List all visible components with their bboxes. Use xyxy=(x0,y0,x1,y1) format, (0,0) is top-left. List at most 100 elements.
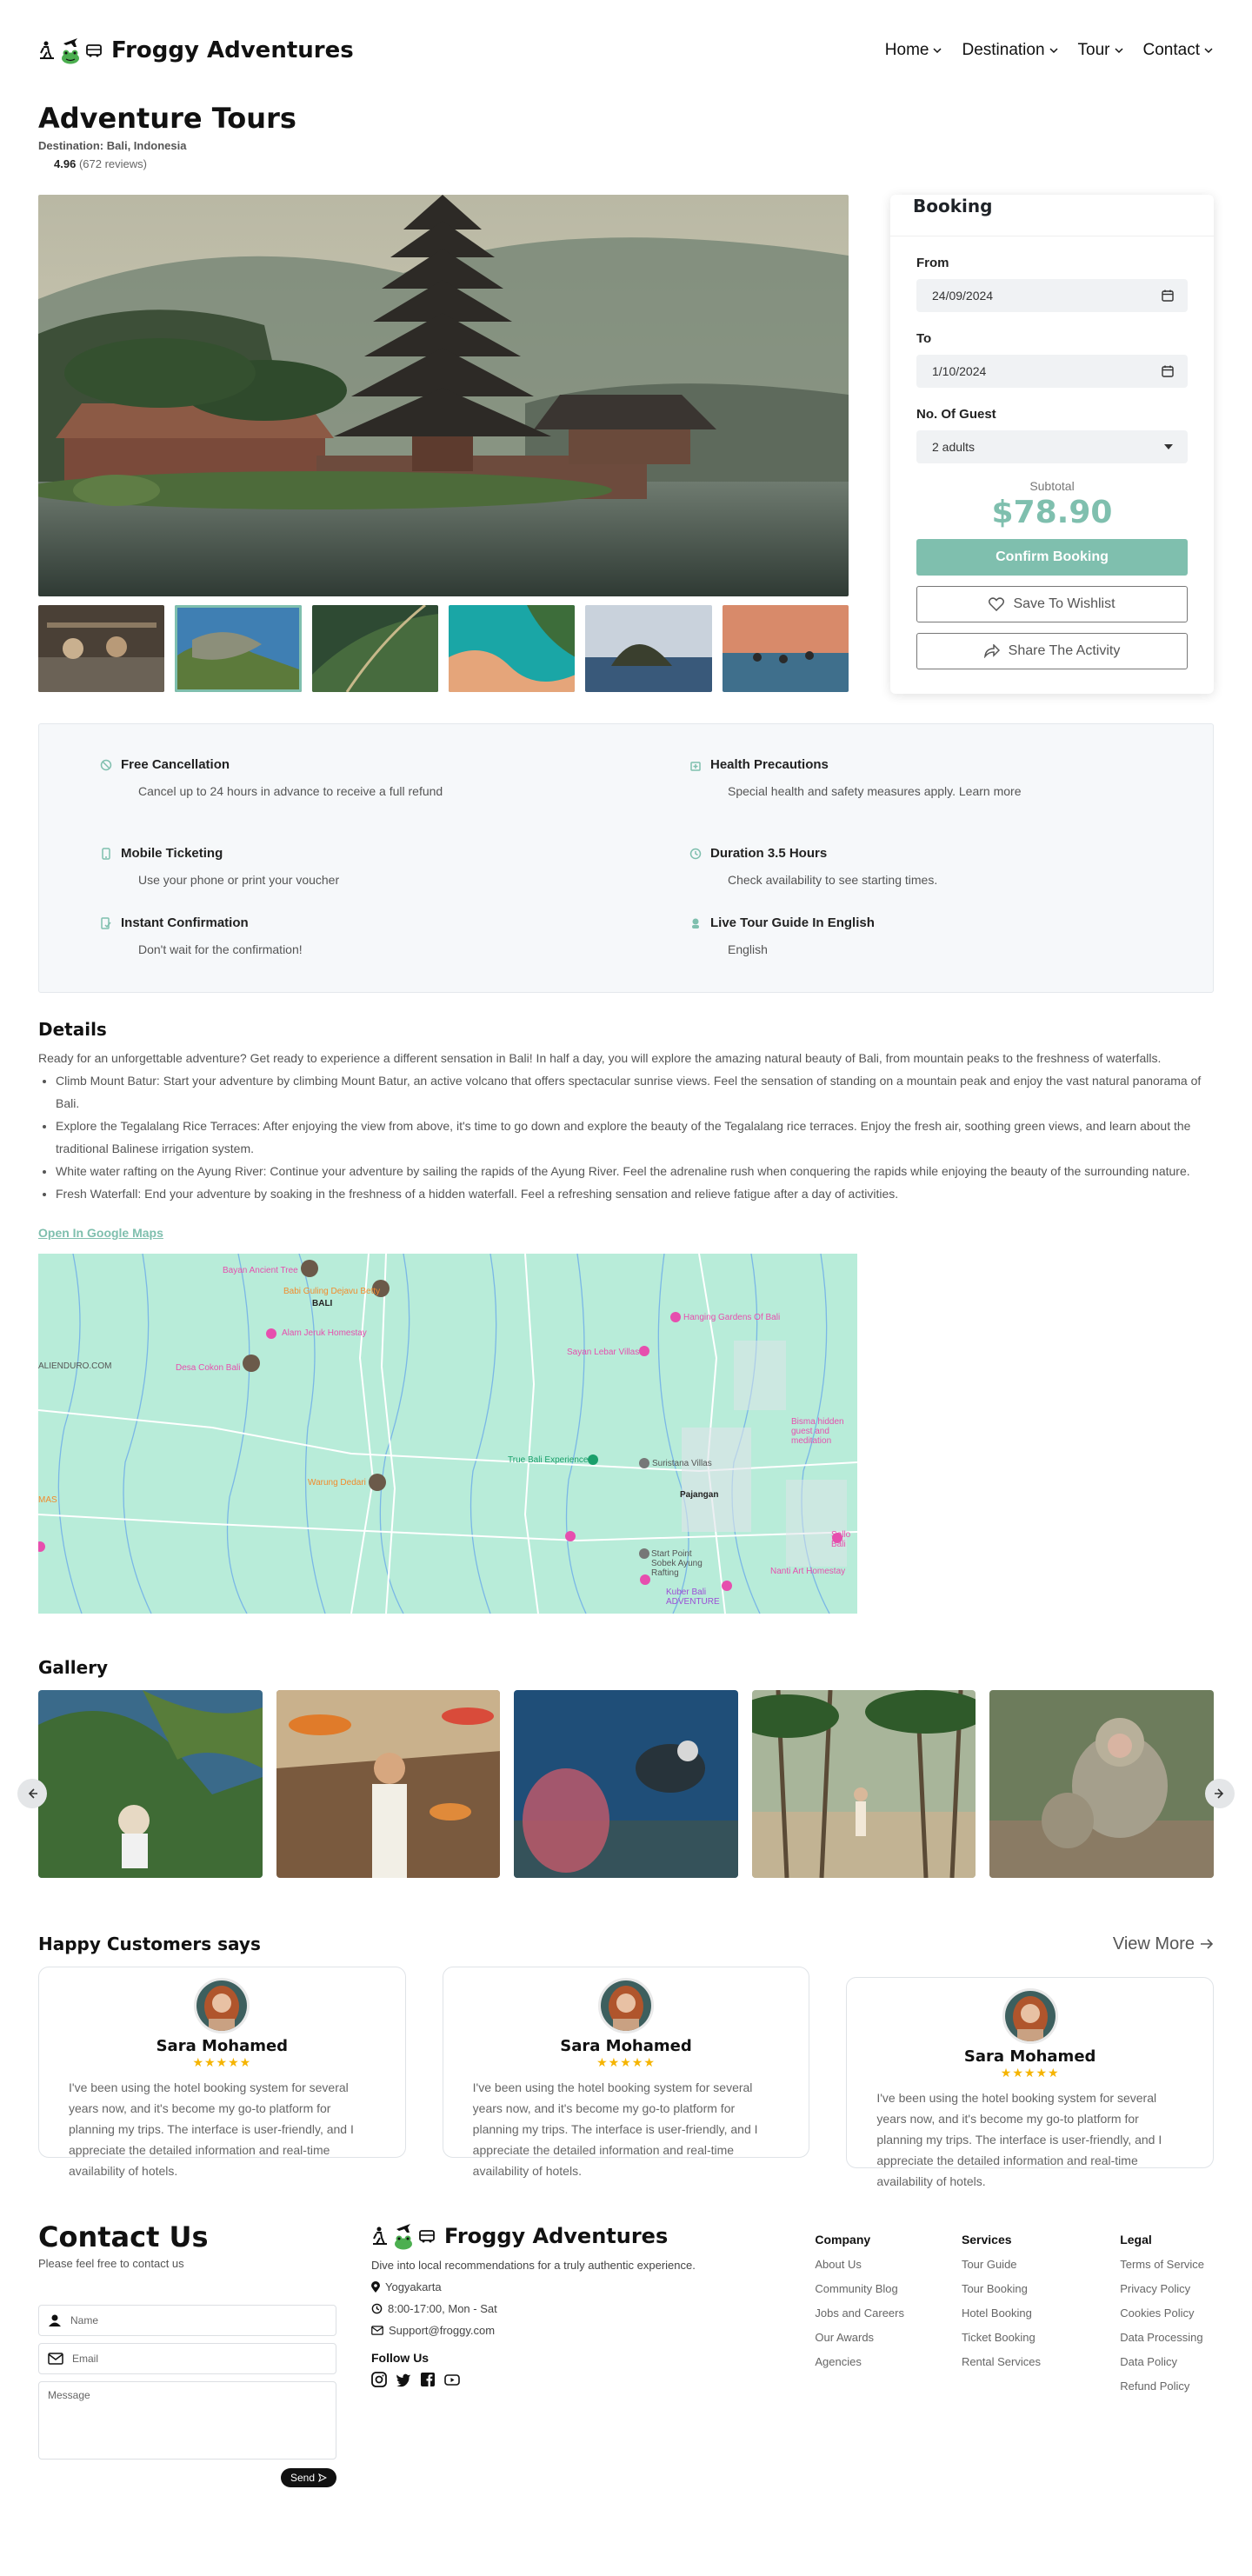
save-wishlist-button[interactable]: Save To Wishlist xyxy=(916,586,1188,622)
nav-contact[interactable]: Contact xyxy=(1143,41,1214,60)
nav-tour[interactable]: Tour xyxy=(1078,41,1124,60)
thumbnail-1[interactable] xyxy=(38,605,165,692)
testimonials-heading: Happy Customers says xyxy=(38,1934,261,1954)
to-date-field[interactable]: 1/10/2024 xyxy=(916,355,1188,388)
footer-link[interactable]: Terms of Service xyxy=(1120,2258,1214,2271)
open-google-maps-link[interactable]: Open In Google Maps xyxy=(38,1226,163,1240)
footer-link[interactable]: Agencies xyxy=(815,2355,962,2368)
confirm-booking-button[interactable]: Confirm Booking xyxy=(916,539,1188,576)
brand-name: Froggy Adventures xyxy=(111,37,354,63)
testimonial-text: I've been using the hotel booking system… xyxy=(876,2091,1162,2188)
review-count[interactable]: (672 reviews) xyxy=(79,157,147,170)
main-nav: Home Destination Tour Contact xyxy=(885,41,1214,60)
email-field[interactable]: Email xyxy=(38,2343,336,2374)
footer-logo[interactable]: Froggy Adventures xyxy=(371,2222,780,2250)
footer-link[interactable]: Rental Services xyxy=(962,2355,1120,2368)
gallery-row xyxy=(38,1690,1214,1878)
send-button[interactable]: Send xyxy=(280,2468,336,2487)
send-icon xyxy=(318,2473,327,2482)
footer-link[interactable]: Cookies Policy xyxy=(1120,2306,1214,2320)
footer-link[interactable]: Jobs and Careers xyxy=(815,2306,962,2320)
thumbnail-strip xyxy=(38,605,849,692)
view-more-link[interactable]: View More xyxy=(1113,1934,1214,1954)
gallery-next-button[interactable] xyxy=(1205,1779,1235,1808)
company-heading: Company xyxy=(815,2233,871,2247)
footer-link[interactable]: Our Awards xyxy=(815,2331,962,2344)
map-view[interactable]: Bayan Ancient Tree Babi Guling Dejavu Be… xyxy=(38,1254,857,1614)
gallery-image-1[interactable] xyxy=(38,1690,263,1878)
youtube-icon[interactable] xyxy=(444,2372,460,2387)
subtotal-label: Subtotal xyxy=(1029,479,1075,493)
feature-title: Mobile Ticketing xyxy=(121,846,223,861)
footer-link[interactable]: Tour Booking xyxy=(962,2282,1120,2295)
feature-desc: Don't wait for the confirmation! xyxy=(138,942,303,956)
nav-tour-label: Tour xyxy=(1077,41,1110,59)
testimonial-cards: Sara Mohamed ★★★★★ I've been using the h… xyxy=(38,1967,1215,2188)
thumbnail-6[interactable] xyxy=(722,605,849,692)
footer-link[interactable]: Hotel Booking xyxy=(962,2306,1120,2320)
feature-title: Health Precautions xyxy=(710,757,829,772)
footer-link[interactable]: Tour Guide xyxy=(962,2258,1120,2271)
nav-home[interactable]: Home xyxy=(885,41,943,60)
gallery-image-2[interactable] xyxy=(276,1690,501,1878)
footer-link[interactable]: Privacy Policy xyxy=(1120,2282,1214,2295)
arrow-right-icon xyxy=(1201,1939,1214,1949)
customer-name: Sara Mohamed xyxy=(156,2037,289,2055)
guests-label: No. Of Guest xyxy=(916,407,996,422)
twitter-icon[interactable] xyxy=(396,2372,411,2387)
list-item: Explore the Tegalalang Rice Terraces: Af… xyxy=(56,1115,1214,1160)
thumbnail-5[interactable] xyxy=(585,605,712,692)
chevron-down-icon xyxy=(1204,48,1213,54)
gallery-image-4[interactable] xyxy=(751,1690,976,1878)
gallery-section: Gallery xyxy=(0,1657,1252,1878)
booking-panel: Booking From 24/09/2024 To 1/10/2024 No.… xyxy=(890,195,1214,694)
hero-row: Booking From 24/09/2024 To 1/10/2024 No.… xyxy=(0,195,1252,694)
gallery-image-3[interactable] xyxy=(514,1690,738,1878)
footer-link[interactable]: Data Policy xyxy=(1120,2355,1214,2368)
name-field[interactable]: Name xyxy=(38,2305,336,2336)
from-date-field[interactable]: 24/09/2024 xyxy=(916,279,1188,312)
nav-destination[interactable]: Destination xyxy=(962,41,1058,60)
message-placeholder: Message xyxy=(48,2389,90,2401)
footer-link[interactable]: Community Blog xyxy=(815,2282,962,2295)
thumbnail-3[interactable] xyxy=(311,605,438,692)
map-label: Pajangan xyxy=(680,1490,719,1500)
legal-heading: Legal xyxy=(1120,2233,1152,2247)
footer-link[interactable]: About Us xyxy=(815,2258,962,2271)
feature-desc[interactable]: Special health and safety measures apply… xyxy=(728,784,1176,798)
gallery-prev-button[interactable] xyxy=(17,1779,47,1808)
gallery-image-5[interactable] xyxy=(989,1690,1214,1878)
bus-icon xyxy=(419,2230,435,2243)
avatar xyxy=(194,1978,250,2034)
map-label: Alam Jeruk Homestay xyxy=(282,1328,367,1338)
footer-link[interactable]: Refund Policy xyxy=(1120,2380,1214,2393)
hero-image xyxy=(38,195,849,596)
thumbnail-4[interactable] xyxy=(448,605,576,692)
testimonials-header: Happy Customers says View More xyxy=(38,1934,1214,1954)
guests-select[interactable]: 2 adults xyxy=(916,430,1188,463)
thumbnail-2[interactable] xyxy=(175,605,302,692)
instagram-icon[interactable] xyxy=(371,2372,387,2387)
frog-icon xyxy=(62,50,79,64)
save-wishlist-label: Save To Wishlist xyxy=(1013,596,1115,611)
facebook-icon[interactable] xyxy=(420,2372,436,2387)
page: Froggy Adventures Home Destination Tour … xyxy=(0,0,1252,2487)
feature-free-cancellation: Free Cancellation Cancel up to 24 hours … xyxy=(100,757,587,798)
rating-stars: ★★★★★ xyxy=(192,2055,252,2069)
testimonial-card: Sara Mohamed ★★★★★ I've been using the h… xyxy=(38,1967,406,2178)
brand-icons xyxy=(38,37,103,64)
top-bar: Froggy Adventures Home Destination Tour … xyxy=(0,0,1252,101)
footer-services: Services Tour Guide Tour Booking Hotel B… xyxy=(962,2233,1120,2487)
testimonial-card: Sara Mohamed ★★★★★ I've been using the h… xyxy=(846,1977,1215,2188)
mail-icon xyxy=(48,2353,63,2365)
message-field[interactable]: Message xyxy=(38,2381,336,2460)
page-title: Adventure Tours xyxy=(38,102,296,135)
avatar xyxy=(1002,1988,1058,2044)
share-activity-button[interactable]: Share The Activity xyxy=(916,633,1188,669)
footer-email[interactable]: Support@froggy.com xyxy=(371,2324,780,2337)
footer-link[interactable]: Data Processing xyxy=(1120,2331,1214,2344)
to-label: To xyxy=(916,331,932,346)
brand[interactable]: Froggy Adventures xyxy=(38,37,354,64)
confirm-booking-label: Confirm Booking xyxy=(996,549,1109,564)
footer-link[interactable]: Ticket Booking xyxy=(962,2331,1120,2344)
